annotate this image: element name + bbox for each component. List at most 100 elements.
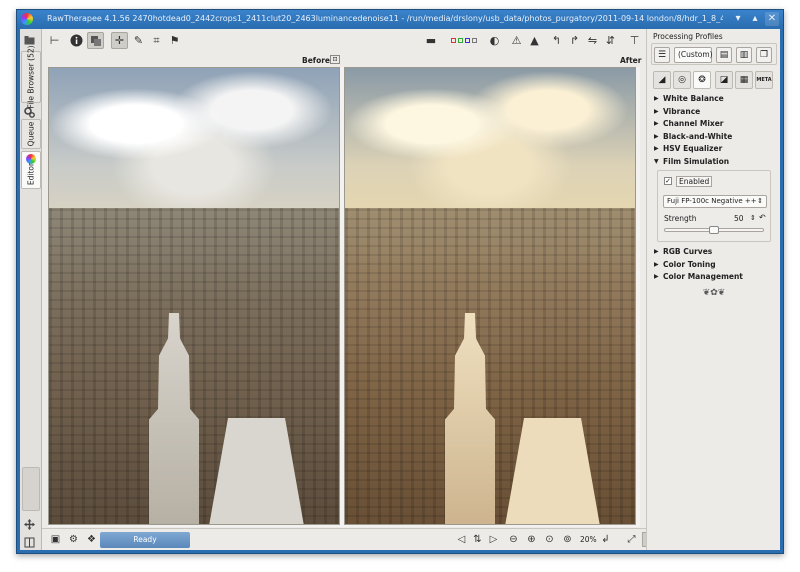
window-title: RawTherapee 4.1.56 2470hotdead0_2442crop… bbox=[47, 14, 723, 23]
ornament-divider: ❦✿❦ bbox=[702, 287, 726, 298]
detail-tab-icon[interactable]: ◎ bbox=[673, 71, 691, 89]
blue-channel-icon[interactable] bbox=[465, 38, 470, 43]
tool-black-and-white[interactable]: ▶ Black-and-White bbox=[651, 131, 777, 144]
film-select-value: Fuji FP-100c Negative ++ bbox=[667, 197, 757, 205]
highlight-clipping-icon[interactable]: ▲ bbox=[526, 32, 543, 49]
tab-editor[interactable]: Editor bbox=[21, 151, 41, 189]
info-icon[interactable] bbox=[68, 32, 85, 49]
tool-white-balance[interactable]: ▶ White Balance bbox=[651, 93, 777, 106]
tool-channel-mixer[interactable]: ▶ Channel Mixer bbox=[651, 118, 777, 131]
fullscreen-icon[interactable]: ⤢ bbox=[624, 532, 639, 547]
maximize-button[interactable]: ▴ bbox=[748, 12, 762, 26]
gears-icon[interactable] bbox=[24, 107, 35, 118]
previous-image-icon[interactable]: ◁ bbox=[454, 532, 469, 547]
hand-tool-icon[interactable]: ✛ bbox=[111, 32, 128, 49]
app-window: RawTherapee 4.1.56 2470hotdead0_2442crop… bbox=[16, 9, 784, 554]
before-image[interactable] bbox=[48, 67, 340, 525]
tab-file-browser[interactable]: File Browser (52) bbox=[21, 45, 41, 109]
send-to-queue-icon[interactable]: ⚙ bbox=[66, 532, 81, 547]
sky-region bbox=[345, 68, 635, 208]
move-arrows-icon[interactable] bbox=[24, 519, 35, 530]
tab-editor-label: Editor bbox=[26, 163, 36, 186]
tab-queue-label: Queue bbox=[26, 121, 36, 147]
image-viewer[interactable] bbox=[48, 67, 640, 527]
minimize-button[interactable]: ▾ bbox=[731, 12, 745, 26]
status-ready: Ready bbox=[100, 532, 190, 548]
before-after-icon[interactable] bbox=[87, 32, 104, 49]
channel-toggles[interactable] bbox=[444, 32, 484, 49]
new-detail-window-icon[interactable]: ↲ bbox=[598, 532, 613, 547]
enabled-label[interactable]: Enabled bbox=[676, 176, 713, 187]
slider-thumb[interactable] bbox=[709, 226, 719, 234]
shadow-clipping-icon[interactable]: ⚠ bbox=[508, 32, 525, 49]
zoom-fit-icon[interactable]: ⊙ bbox=[542, 532, 557, 547]
tab-queue[interactable]: Queue bbox=[21, 119, 41, 149]
preview-channel-icon[interactable]: ▬ bbox=[420, 32, 442, 49]
red-channel-icon[interactable] bbox=[451, 38, 456, 43]
tool-color-toning[interactable]: ▶ Color Toning bbox=[651, 259, 777, 272]
tool-tabs: ◢ ◎ ❂ ◪ ▦ META bbox=[651, 69, 777, 91]
bottom-toolbar: ▣ ⚙ ❖ Ready ◁ ⇅ ▷ ⊖ ⊕ ⊙ ⊚ 20% ↲ ⤢ ⊣ bbox=[42, 528, 657, 550]
sky-region bbox=[49, 68, 339, 208]
right-panel: Processing Profiles ☰ (Custom) ▤ ▥ ❐ ◢ ◎… bbox=[646, 29, 780, 550]
strength-slider[interactable] bbox=[664, 226, 764, 234]
vertical-tab-bar: File Browser (52) Queue Editor bbox=[20, 29, 42, 550]
client-area: File Browser (52) Queue Editor ⊢ ✛ ✎ ⌗ ⚑… bbox=[20, 29, 780, 550]
exposure-tab-icon[interactable]: ◢ bbox=[653, 71, 671, 89]
chevron-updown-icon: ⇕ bbox=[757, 197, 763, 205]
enabled-checkbox[interactable]: ✓ bbox=[664, 177, 672, 185]
tool-color-management[interactable]: ▶ Color Management bbox=[651, 271, 777, 284]
focus-mask-icon[interactable]: ◐ bbox=[486, 32, 503, 49]
film-simulation-panel: ✓ Enabled Fuji FP-100c Negative ++ ⇕ Str… bbox=[657, 170, 771, 242]
save-image-icon[interactable]: ▣ bbox=[48, 532, 63, 547]
film-select[interactable]: Fuji FP-100c Negative ++ ⇕ bbox=[663, 195, 767, 208]
color-tab-icon[interactable]: ❂ bbox=[693, 71, 711, 89]
editor-toolbar: ⊢ ✛ ✎ ⌗ ⚑ ▬ ◐ ⚠ ▲ ↰ ↱ ⇋ ⇵ ⊤ Before ⊡ Aft… bbox=[42, 29, 646, 67]
green-channel-icon[interactable] bbox=[458, 38, 463, 43]
tool-rgb-curves[interactable]: ▶ RGB Curves bbox=[651, 246, 777, 259]
raw-tab-icon[interactable]: ▦ bbox=[735, 71, 753, 89]
tool-hsv-equalizer[interactable]: ▶ HSV Equalizer bbox=[651, 143, 777, 156]
close-button[interactable]: ✕ bbox=[765, 12, 779, 26]
zoom-100-icon[interactable]: ⊚ bbox=[560, 532, 575, 547]
strength-label: Strength bbox=[664, 214, 697, 223]
lock-icon[interactable]: ⊡ bbox=[330, 55, 340, 64]
rotate-right-icon[interactable]: ↱ bbox=[566, 32, 583, 49]
color-picker-icon[interactable]: ✎ bbox=[130, 32, 147, 49]
folder-icon[interactable] bbox=[24, 35, 35, 46]
flip-horizontal-icon[interactable]: ⇋ bbox=[584, 32, 601, 49]
flip-vertical-icon[interactable]: ⇵ bbox=[602, 32, 619, 49]
open-external-editor-icon[interactable]: ❖ bbox=[84, 532, 99, 547]
title-bar[interactable]: RawTherapee 4.1.56 2470hotdead0_2442crop… bbox=[17, 10, 783, 28]
film-strip-icon[interactable] bbox=[24, 537, 35, 548]
profile-select[interactable]: (Custom) bbox=[674, 47, 713, 63]
tool-vibrance[interactable]: ▶ Vibrance bbox=[651, 106, 777, 119]
open-profile-icon[interactable]: ▤ bbox=[716, 47, 732, 63]
straighten-icon[interactable]: ⚑ bbox=[166, 32, 183, 49]
after-image[interactable] bbox=[344, 67, 636, 525]
tool-film-simulation[interactable]: ▼ Film Simulation bbox=[651, 156, 777, 169]
spin-arrows-icon[interactable]: ⇕ bbox=[750, 214, 756, 222]
zoom-out-icon[interactable]: ⊖ bbox=[506, 532, 521, 547]
zoom-in-icon[interactable]: ⊕ bbox=[524, 532, 539, 547]
next-image-icon[interactable]: ▷ bbox=[486, 532, 501, 547]
copy-profile-icon[interactable]: ❐ bbox=[756, 47, 772, 63]
transform-tab-icon[interactable]: ◪ bbox=[715, 71, 733, 89]
sync-icon[interactable]: ⇅ bbox=[470, 532, 485, 547]
hide-panel-icon[interactable]: ⊤ bbox=[626, 32, 643, 49]
after-label: After bbox=[620, 56, 642, 65]
strength-value[interactable]: 50 bbox=[734, 214, 744, 223]
hide-history-icon[interactable]: ⊢ bbox=[46, 32, 63, 49]
reset-icon[interactable]: ↶ bbox=[759, 213, 766, 222]
zoom-value: 20% bbox=[580, 535, 597, 544]
save-profile-icon[interactable]: ▥ bbox=[736, 47, 752, 63]
tab-file-browser-label: File Browser (52) bbox=[26, 45, 36, 109]
side-panel-handle[interactable] bbox=[22, 467, 40, 511]
crop-icon[interactable]: ⌗ bbox=[148, 32, 165, 49]
rotate-left-icon[interactable]: ↰ bbox=[548, 32, 565, 49]
processing-profiles-label: Processing Profiles bbox=[653, 32, 723, 41]
rawtherapee-app-icon[interactable] bbox=[21, 13, 33, 25]
profile-list-icon[interactable]: ☰ bbox=[654, 47, 670, 63]
luminance-channel-icon[interactable] bbox=[472, 38, 477, 43]
metadata-tab-icon[interactable]: META bbox=[755, 71, 773, 89]
